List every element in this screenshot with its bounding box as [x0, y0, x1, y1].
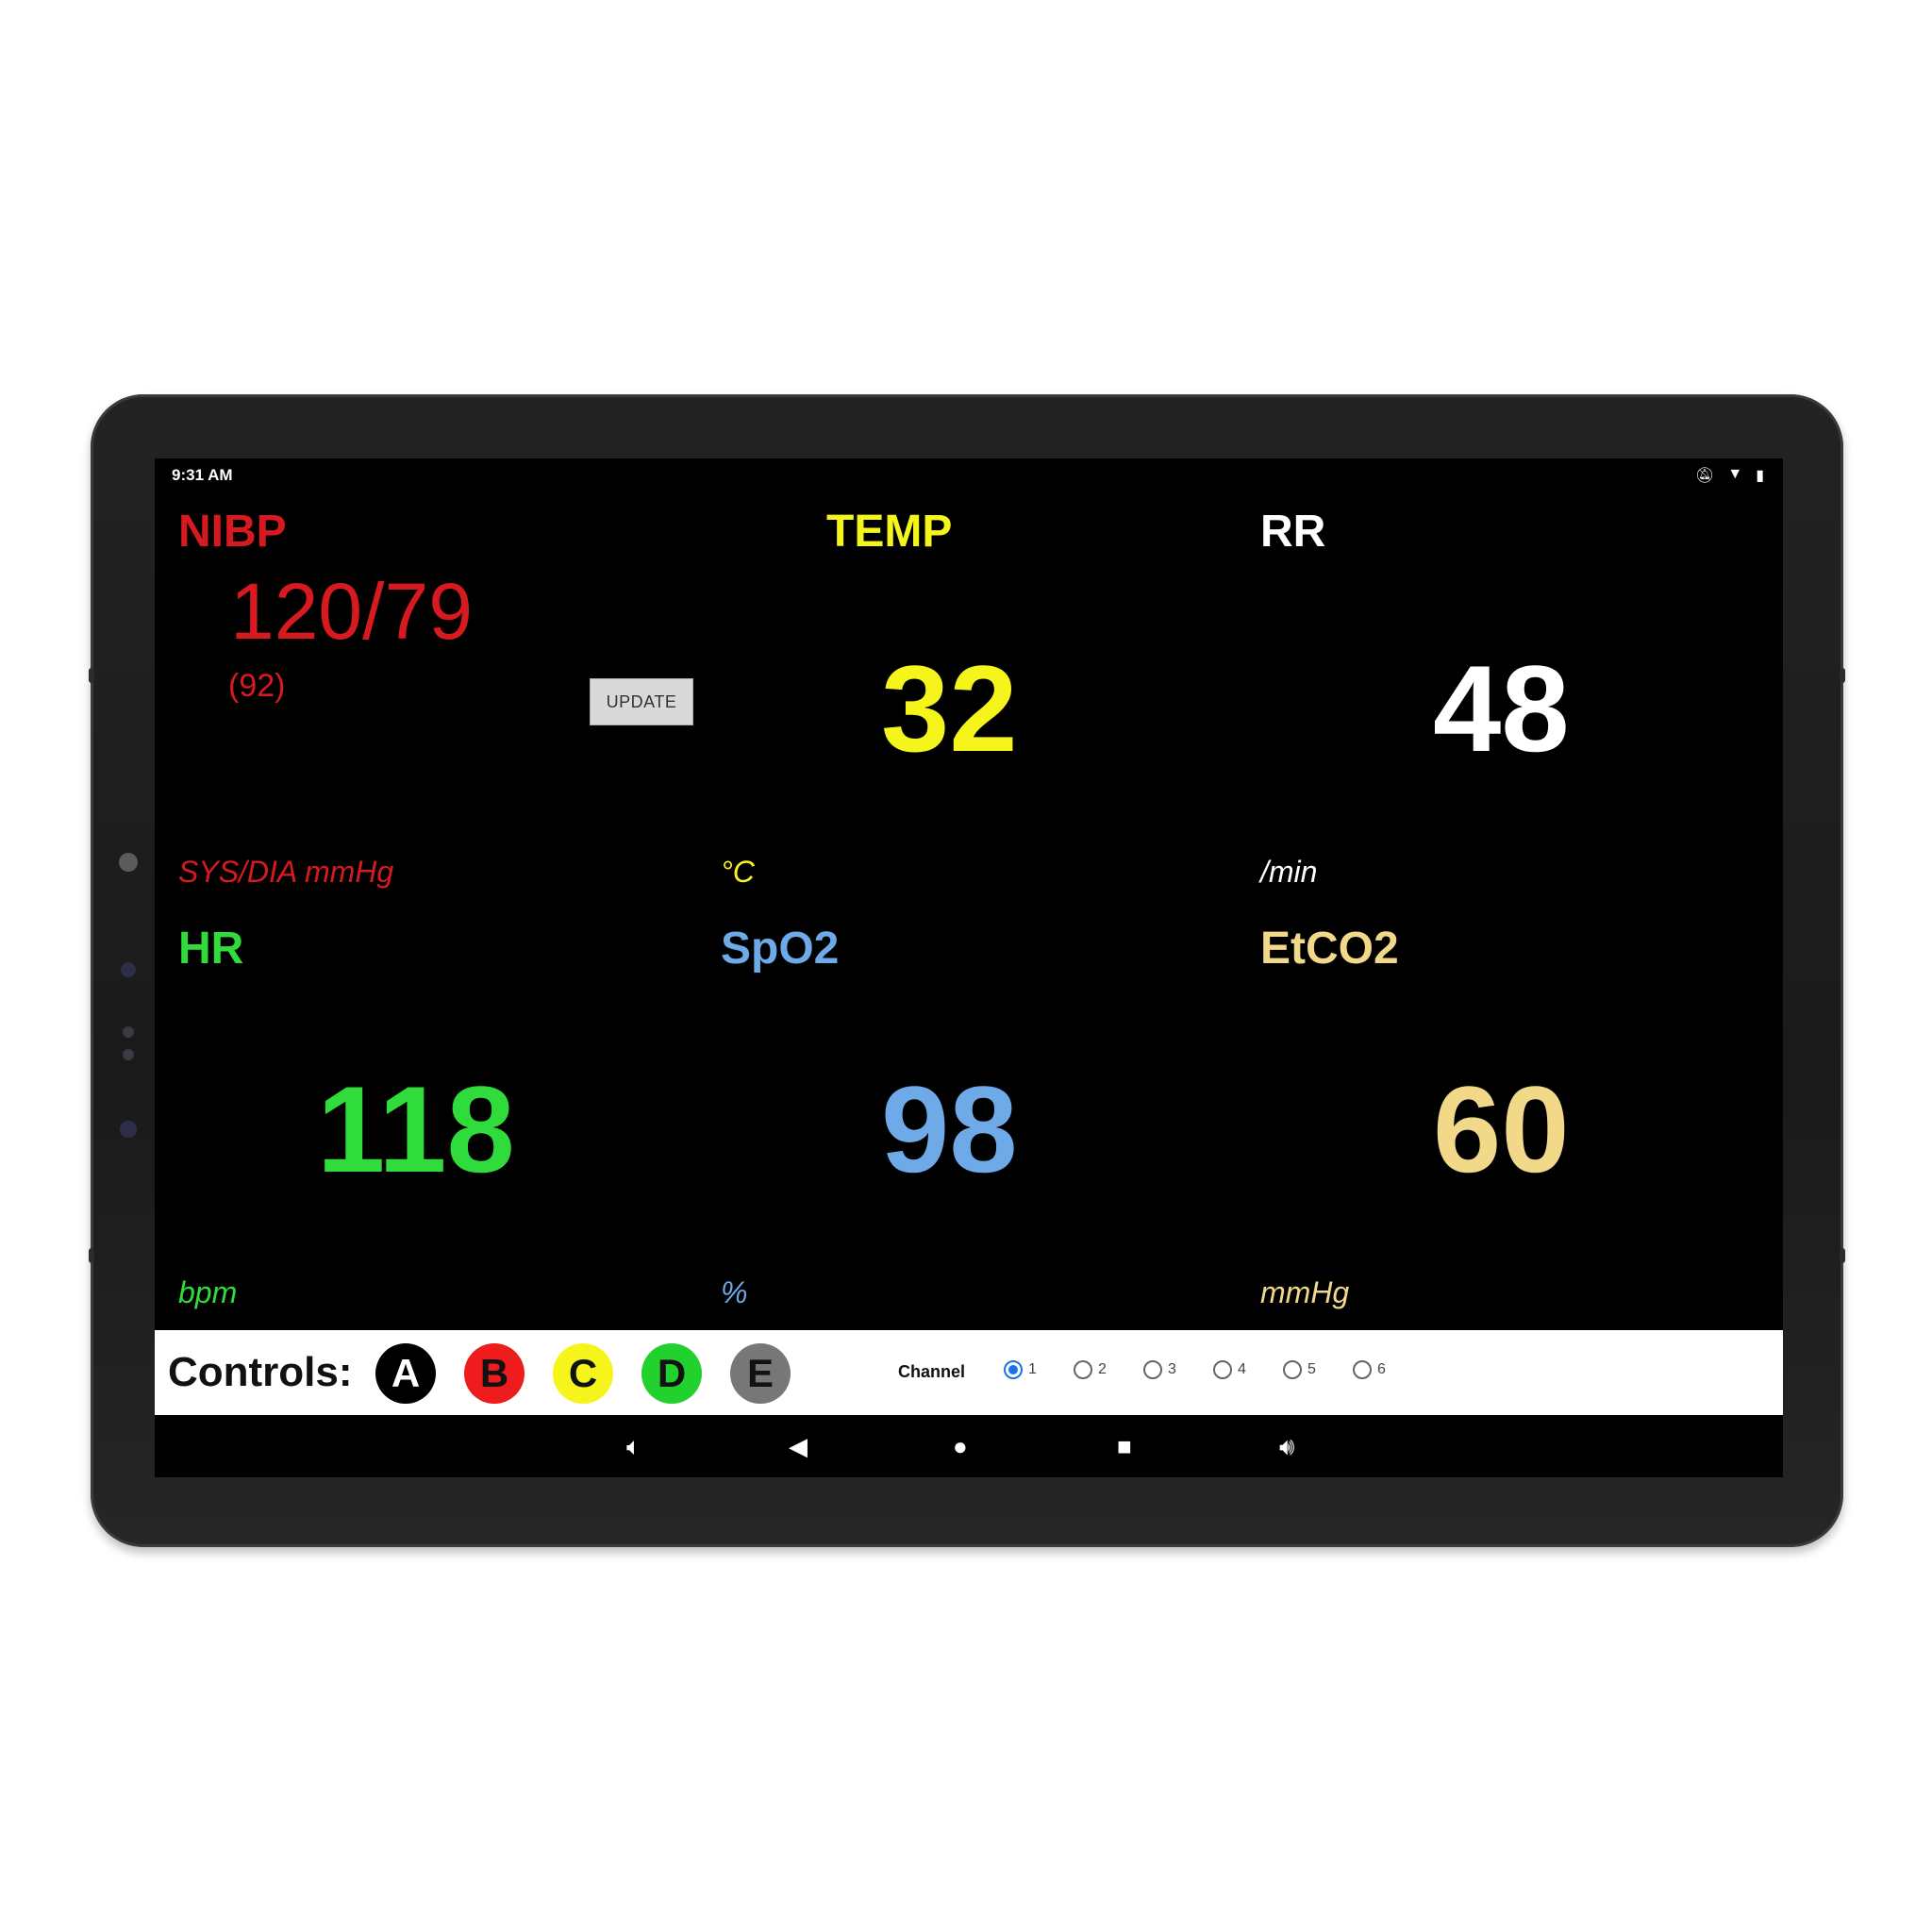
sensor-icon — [120, 1121, 137, 1138]
nibp-unit: SYS/DIA mmHg — [178, 855, 394, 889]
channel-option-label: 1 — [1028, 1361, 1037, 1377]
control-button-e[interactable]: E — [730, 1343, 791, 1404]
channel-option-label: 3 — [1168, 1361, 1176, 1377]
controls-label: Controls: — [168, 1349, 353, 1395]
sensor-icon — [123, 1049, 134, 1060]
radio-icon — [1074, 1360, 1092, 1379]
camera-lens-icon — [119, 853, 138, 872]
control-button-c[interactable]: C — [553, 1343, 613, 1404]
channel-option-label: 5 — [1307, 1361, 1316, 1377]
battery-icon: ▮ — [1756, 468, 1764, 484]
spo2-value: 98 — [881, 1060, 1018, 1198]
channel-option-label: 6 — [1377, 1361, 1386, 1377]
hr-unit: bpm — [178, 1275, 238, 1309]
volume-up-icon[interactable]: 🔊︎ — [1279, 1432, 1294, 1462]
control-button-b[interactable]: B — [464, 1343, 525, 1404]
radio-selected-icon — [1004, 1360, 1023, 1379]
rr-title: RR — [1260, 507, 1326, 557]
etco2-value: 60 — [1433, 1060, 1570, 1198]
etco2-title: EtCO2 — [1260, 924, 1399, 974]
channel-radio-6[interactable]: 6 — [1353, 1360, 1386, 1379]
channel-radio-4[interactable]: 4 — [1213, 1360, 1246, 1379]
nibp-mean: (92) — [228, 668, 286, 704]
radio-icon — [1213, 1360, 1232, 1379]
controls-bar: Controls: A B C D E Channel 1 2 3 4 5 6 — [155, 1330, 1783, 1415]
temp-value: 32 — [881, 640, 1018, 777]
temp-unit: °C — [721, 855, 755, 889]
control-button-d[interactable]: D — [641, 1343, 702, 1404]
radio-icon — [1143, 1360, 1162, 1379]
hr-title: HR — [178, 924, 244, 974]
side-button — [1840, 1248, 1845, 1263]
sensor-icon — [121, 962, 136, 977]
spo2-title: SpO2 — [721, 924, 840, 974]
temp-title: TEMP — [826, 507, 953, 557]
control-button-a[interactable]: A — [375, 1343, 436, 1404]
radio-icon — [1353, 1360, 1372, 1379]
status-icons: 🔕︎ ▼ ▮ — [1695, 466, 1764, 485]
mute-icon: 🔕︎ — [1695, 468, 1715, 484]
channel-option-label: 2 — [1098, 1361, 1107, 1377]
side-button — [1840, 668, 1845, 683]
volume-down-icon[interactable]: 🔈︎ — [626, 1432, 641, 1462]
system-nav-bar: 🔈︎ ◀ ● ■ 🔊︎ — [155, 1415, 1783, 1477]
channel-radio-1[interactable]: 1 — [1004, 1360, 1037, 1379]
channel-radio-5[interactable]: 5 — [1283, 1360, 1316, 1379]
monitor-screen: 9:31 AM 🔕︎ ▼ ▮ NIBP 120/79 (92) SYS/DIA … — [155, 458, 1783, 1477]
nibp-value: 120/79 — [230, 567, 473, 656]
channel-label: Channel — [898, 1362, 966, 1381]
wifi-icon: ▼ — [1727, 466, 1743, 482]
sensor-icon — [123, 1026, 134, 1038]
radio-icon — [1283, 1360, 1302, 1379]
status-bar: 9:31 AM 🔕︎ ▼ ▮ — [155, 458, 1783, 492]
nibp-title: NIBP — [178, 507, 287, 557]
side-button — [89, 668, 94, 683]
channel-option-label: 4 — [1238, 1361, 1246, 1377]
update-button[interactable]: UPDATE — [590, 678, 693, 725]
recents-icon[interactable]: ■ — [1117, 1432, 1132, 1461]
rr-value: 48 — [1433, 640, 1570, 777]
side-button — [89, 1248, 94, 1263]
rr-unit: /min — [1260, 855, 1318, 889]
hr-value: 118 — [317, 1060, 515, 1198]
tablet-frame: 9:31 AM 🔕︎ ▼ ▮ NIBP 120/79 (92) SYS/DIA … — [89, 394, 1845, 1547]
channel-radio-3[interactable]: 3 — [1143, 1360, 1176, 1379]
etco2-unit: mmHg — [1260, 1275, 1350, 1309]
back-icon[interactable]: ◀ — [789, 1432, 808, 1461]
status-clock: 9:31 AM — [172, 466, 233, 484]
spo2-unit: % — [721, 1275, 748, 1309]
home-icon[interactable]: ● — [953, 1432, 968, 1461]
channel-radio-2[interactable]: 2 — [1074, 1360, 1107, 1379]
